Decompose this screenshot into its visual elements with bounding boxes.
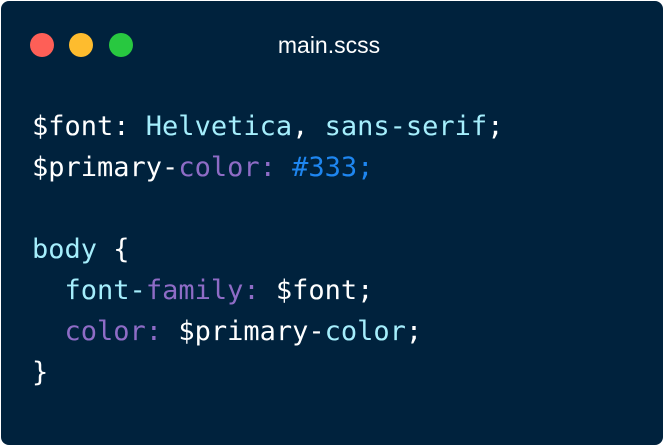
title-bar: main.scss <box>1 1 663 91</box>
code-token: sans-serif <box>324 111 488 142</box>
code-line-7: } <box>32 352 503 393</box>
window-title: main.scss <box>277 32 381 58</box>
code-token: - <box>308 316 325 347</box>
code-token: font <box>64 275 130 306</box>
code-token: ; <box>487 111 504 142</box>
code-token: color <box>64 316 146 347</box>
code-token: ; <box>357 152 374 183</box>
code-line-6: color: $primary-color; <box>32 311 503 352</box>
code-line-5: font-family: $font; <box>32 270 503 311</box>
code-window: main.scss $font: Helvetica, sans-serif; $… <box>1 1 663 445</box>
code-line-2: $primary-color: #333; <box>32 147 503 188</box>
code-token: - <box>162 152 179 183</box>
code-token: $font <box>275 275 358 306</box>
code-token: : <box>145 316 179 347</box>
code-token: ; <box>357 275 374 306</box>
code-token: family <box>145 275 244 306</box>
code-token: body <box>32 234 98 265</box>
code-token: , <box>292 111 325 142</box>
code-token: - <box>129 275 146 306</box>
code-block: $font: Helvetica, sans-serif; $primary-co… <box>32 106 503 393</box>
code-line-4: body { <box>32 229 503 270</box>
code-token: } <box>32 357 49 388</box>
code-token: ; <box>405 316 423 347</box>
code-token: { <box>97 234 130 265</box>
code-token: $primary <box>178 316 309 347</box>
code-token: $font <box>32 111 114 142</box>
code-token: : <box>113 111 146 142</box>
code-token: $primary <box>32 152 163 183</box>
code-token: color <box>178 152 260 183</box>
code-token: #333 <box>292 152 358 183</box>
code-token: : <box>259 152 293 183</box>
code-token: color <box>324 316 406 347</box>
code-token: Helvetica <box>145 111 293 142</box>
code-line-1: $font: Helvetica, sans-serif; <box>32 106 503 147</box>
code-token: : <box>243 275 276 306</box>
